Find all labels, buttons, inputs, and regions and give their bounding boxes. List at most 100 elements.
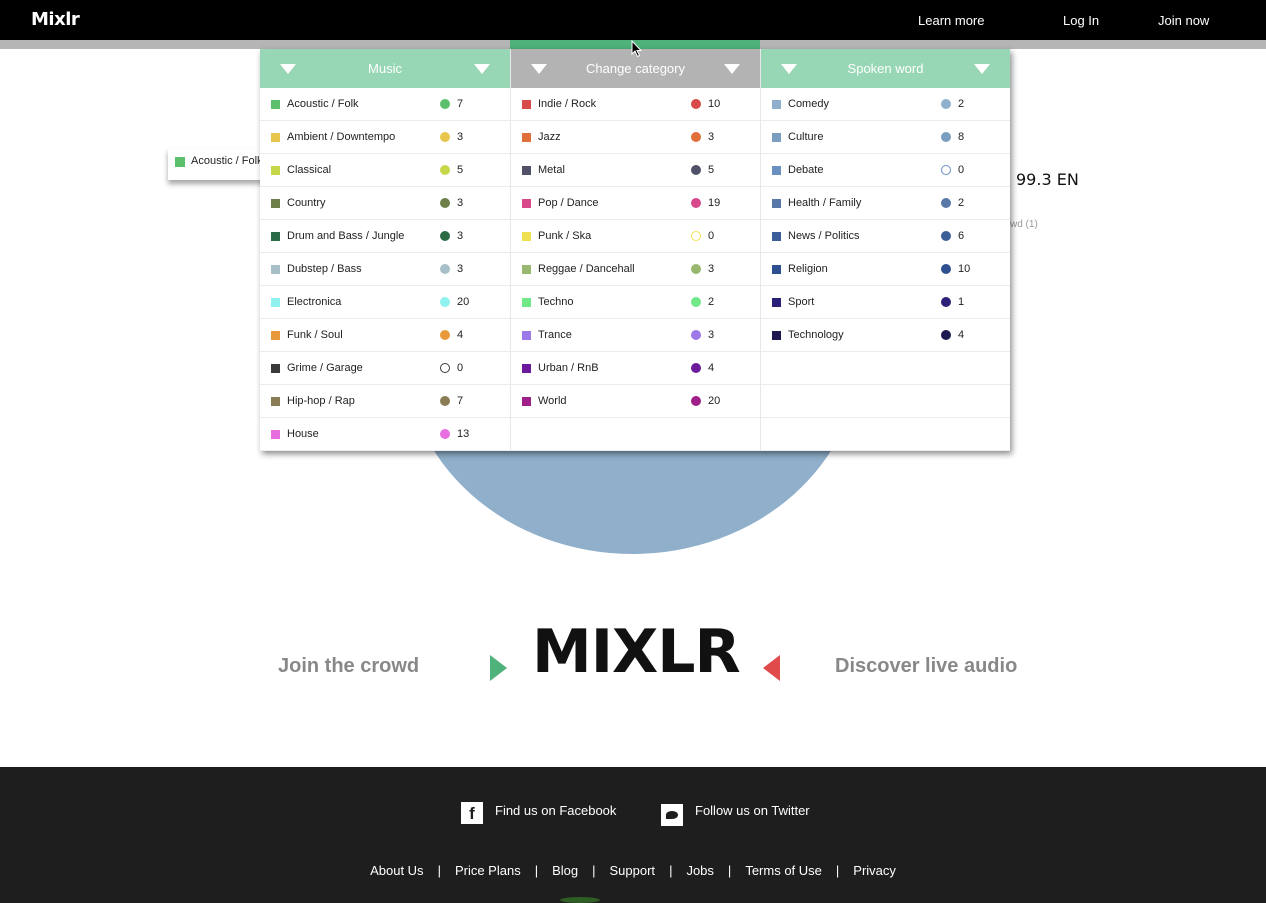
- category-color-swatch: [271, 199, 280, 208]
- category-item[interactable]: Sport 1: [761, 286, 1010, 319]
- category-item[interactable]: World 20: [511, 385, 760, 418]
- genre-card[interactable]: Acoustic / Folk: [168, 148, 268, 180]
- category-item[interactable]: Technology 4: [761, 319, 1010, 352]
- chevron-down-icon[interactable]: [280, 64, 296, 74]
- top-bar: Mixlr Learn more Log In Join now: [0, 0, 1266, 40]
- station-count: 13: [457, 428, 470, 440]
- mixlr-logo[interactable]: Mixlr: [31, 9, 80, 30]
- footer-link-terms[interactable]: Terms of Use: [745, 863, 822, 878]
- category-item[interactable]: Metal 5: [511, 154, 760, 187]
- category-item[interactable]: Culture 8: [761, 121, 1010, 154]
- category-item[interactable]: Indie / Rock 10: [511, 88, 760, 121]
- category-item[interactable]: Comedy 2: [761, 88, 1010, 121]
- footer: f Find us on Facebook Follow us on Twitt…: [0, 767, 1266, 903]
- station-count: 4: [457, 329, 464, 341]
- footer-link-price-plans[interactable]: Price Plans: [455, 863, 521, 878]
- station-count: 3: [708, 329, 715, 341]
- category-item[interactable]: Hip-hop / Rap 7: [260, 385, 510, 418]
- station-count: 0: [958, 164, 965, 176]
- category-item[interactable]: House 13: [260, 418, 510, 451]
- twitter-link[interactable]: Follow us on Twitter: [695, 803, 810, 818]
- category-item[interactable]: Punk / Ska 0: [511, 220, 760, 253]
- category-header-spoken[interactable]: Spoken word: [761, 49, 1010, 88]
- category-label: Comedy: [788, 98, 829, 110]
- mixlr-wordmark: MIXLR: [532, 617, 741, 687]
- station-count: 3: [708, 131, 715, 143]
- log-in-link[interactable]: Log In: [1063, 13, 1099, 28]
- category-color-swatch: [271, 265, 280, 274]
- category-item[interactable]: Ambient / Downtempo 3: [260, 121, 510, 154]
- empty-row: [761, 385, 1010, 418]
- footer-link-jobs[interactable]: Jobs: [686, 863, 713, 878]
- category-item[interactable]: Dubstep / Bass 3: [260, 253, 510, 286]
- station-count: 2: [708, 296, 715, 308]
- category-header-label: Music: [368, 61, 402, 76]
- category-color-swatch: [271, 166, 280, 175]
- category-color-swatch: [772, 166, 781, 175]
- chevron-down-icon[interactable]: [974, 64, 990, 74]
- category-item[interactable]: Jazz 3: [511, 121, 760, 154]
- join-now-link[interactable]: Join now: [1158, 13, 1209, 28]
- station-count-dot: [440, 429, 450, 439]
- category-color-swatch: [772, 265, 781, 274]
- category-item[interactable]: Grime / Garage 0: [260, 352, 510, 385]
- category-item[interactable]: Urban / RnB 4: [511, 352, 760, 385]
- station-count-dot: [440, 132, 450, 142]
- station-count-dot: [440, 330, 450, 340]
- facebook-icon[interactable]: f: [461, 802, 483, 824]
- category-item[interactable]: Funk / Soul 4: [260, 319, 510, 352]
- facebook-link[interactable]: Find us on Facebook: [495, 803, 616, 818]
- footer-link-support[interactable]: Support: [610, 863, 656, 878]
- category-item[interactable]: Techno 2: [511, 286, 760, 319]
- mouse-cursor-icon: [631, 40, 643, 58]
- category-color-swatch: [271, 331, 280, 340]
- category-item[interactable]: Drum and Bass / Jungle 3: [260, 220, 510, 253]
- category-color-swatch: [522, 331, 531, 340]
- category-label: Funk / Soul: [287, 329, 343, 341]
- category-label: Punk / Ska: [538, 230, 592, 242]
- category-item[interactable]: Country 3: [260, 187, 510, 220]
- station-count-dot: [440, 99, 450, 109]
- footer-link-blog[interactable]: Blog: [552, 863, 578, 878]
- footer-link-about[interactable]: About Us: [370, 863, 423, 878]
- footer-link-privacy[interactable]: Privacy: [853, 863, 896, 878]
- station-count-dot: [941, 99, 951, 109]
- join-crowd-tagline: Join the crowd: [278, 655, 420, 677]
- station-count: 10: [708, 98, 721, 110]
- station-count-dot: [440, 264, 450, 274]
- station-count: 20: [708, 395, 721, 407]
- station-count-dot: [691, 297, 701, 307]
- play-right-icon: [490, 655, 507, 681]
- separator: |: [534, 863, 539, 878]
- category-label: Country: [287, 197, 326, 209]
- chevron-down-icon[interactable]: [531, 64, 547, 74]
- category-item[interactable]: Classical 5: [260, 154, 510, 187]
- station-count-dot: [691, 132, 701, 142]
- category-column-change: Change category Indie / Rock 10 Jazz 3 Metal…: [510, 49, 760, 451]
- chevron-down-icon[interactable]: [474, 64, 490, 74]
- category-label: Health / Family: [788, 197, 862, 209]
- category-item[interactable]: Acoustic / Folk 7: [260, 88, 510, 121]
- category-label: Techno: [538, 296, 574, 308]
- category-label: Jazz: [538, 131, 561, 143]
- category-item[interactable]: Trance 3: [511, 319, 760, 352]
- station-count: 3: [457, 230, 464, 242]
- category-item[interactable]: Health / Family 2: [761, 187, 1010, 220]
- category-label: Technology: [788, 329, 844, 341]
- category-header-label: Change category: [585, 61, 685, 76]
- category-item[interactable]: Electronica 20: [260, 286, 510, 319]
- chevron-down-icon[interactable]: [724, 64, 740, 74]
- station-count: 10: [958, 263, 971, 275]
- category-item[interactable]: Debate 0: [761, 154, 1010, 187]
- twitter-icon[interactable]: [661, 804, 683, 826]
- category-item[interactable]: News / Politics 6: [761, 220, 1010, 253]
- station-name[interactable]: 99.3 EN: [1016, 170, 1079, 189]
- category-item[interactable]: Reggae / Dancehall 3: [511, 253, 760, 286]
- station-count-dot: [941, 297, 951, 307]
- chevron-down-icon[interactable]: [781, 64, 797, 74]
- category-item[interactable]: Pop / Dance 19: [511, 187, 760, 220]
- category-item[interactable]: Religion 10: [761, 253, 1010, 286]
- station-count-dot: [941, 264, 951, 274]
- learn-more-link[interactable]: Learn more: [918, 13, 984, 28]
- category-header-music[interactable]: Music: [260, 49, 510, 88]
